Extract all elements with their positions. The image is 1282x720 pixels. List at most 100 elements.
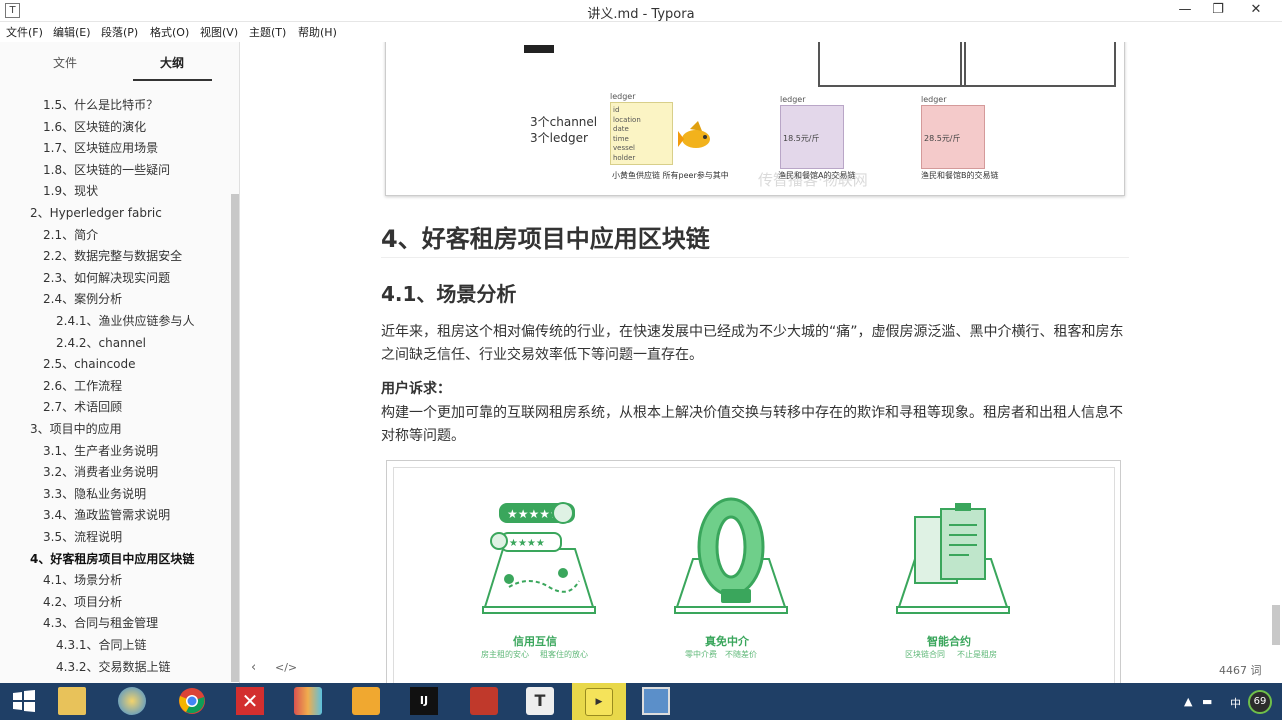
outline-item[interactable]: 1.6、区块链的演化 [43, 118, 146, 135]
player-active-tab[interactable]: ▶ [572, 683, 626, 720]
zero-agency-icon [674, 497, 788, 614]
field-date: date [613, 125, 629, 133]
active-tab-indicator [133, 79, 212, 81]
feature-2-title: 真免中介 [705, 635, 749, 648]
menu-edit[interactable]: 编辑(E) [53, 24, 91, 40]
heading-1: 4、好客租房项目中应用区块链 [381, 225, 710, 253]
caption-restaurant-b: 渔民和餐馆B的交易链 [921, 171, 999, 180]
maximize-button[interactable]: ❐ [1203, 0, 1233, 22]
notes-app-icon[interactable] [294, 687, 322, 715]
tray-badge[interactable]: 69 [1248, 690, 1272, 714]
heading-2: 4.1、场景分析 [381, 282, 517, 306]
ledger-b-box: 28.5元/斤 [921, 105, 985, 169]
outline-item[interactable]: 2.2、数据完整与数据安全 [43, 247, 182, 264]
close-button[interactable]: ✕ [1236, 0, 1276, 22]
menu-bar: 文件(F) 编辑(E) 段落(P) 格式(O) 视图(V) 主题(T) 帮助(H… [0, 22, 1282, 42]
outline-item[interactable]: 4.3.2、交易数据上链 [56, 658, 171, 675]
ledger-label: ledger [610, 92, 636, 101]
smart-contract-icon [896, 503, 1010, 614]
outline-item[interactable]: 2.7、术语回顾 [43, 398, 122, 415]
outline-item[interactable]: 3、项目中的应用 [30, 420, 122, 437]
book-app-icon[interactable] [470, 687, 498, 715]
source-code-mode-icon[interactable]: </> [275, 661, 297, 674]
feature-illustration: ★★★★★ ★★★★ 信用互信 房主租的安心 租客住的放心 真免中介 零中介费 … [386, 460, 1121, 683]
supply-chain-diagram: 3个channel 3个ledger ledger id location da… [385, 42, 1125, 196]
outline-item[interactable]: 2.4.2、channel [56, 334, 146, 351]
menu-help[interactable]: 帮助(H) [298, 24, 337, 40]
outline-item[interactable]: 3.4、渔政监管需求说明 [43, 506, 170, 523]
outline-item[interactable]: 2.1、简介 [43, 226, 98, 243]
network-icon[interactable]: ▬ [1202, 695, 1212, 708]
outline-item[interactable]: 1.9、现状 [43, 182, 98, 199]
price-a: 18.5元/斤 [783, 134, 820, 143]
editor-scrollbar[interactable] [1272, 605, 1280, 645]
window-title: 讲义.md - Typora [587, 7, 695, 22]
taskbar: ✕ IJ T ▶ ▲ ▬ 中 69 [0, 683, 1282, 720]
outline-item[interactable]: 3.5、流程说明 [43, 528, 122, 545]
feature-3-title: 智能合约 [927, 635, 971, 648]
ledger-a-label: ledger [780, 95, 806, 104]
channel-count-text: 3个channel [530, 115, 598, 129]
diagram-frame [818, 42, 1116, 87]
tab-outline[interactable]: 大纲 [160, 54, 184, 71]
typora-taskbar-icon[interactable]: T [526, 687, 554, 715]
player-icon: ▶ [585, 688, 613, 716]
credit-trust-icon: ★★★★★ ★★★★ [482, 502, 596, 614]
editor-content[interactable]: 3个channel 3个ledger ledger id location da… [241, 42, 1282, 683]
outline-item[interactable]: 2.5、chaincode [43, 355, 136, 372]
field-time: time [613, 134, 629, 143]
outline-item[interactable]: 4、好客租房项目中应用区块链 [30, 550, 194, 567]
chrome-icon[interactable] [178, 687, 206, 715]
sidebar: 文件 大纲 1.5、什么是比特币？ 1.6、区块链的演化 1.7、区块链应用场景 1.… [0, 42, 240, 683]
field-holder: holder [613, 153, 636, 162]
outline-item[interactable]: 4.2、项目分析 [43, 593, 122, 610]
word-count[interactable]: 4467 词 [1219, 662, 1262, 678]
intellij-icon[interactable]: IJ [410, 687, 438, 715]
paint-icon[interactable] [118, 687, 146, 715]
field-id: id [613, 106, 620, 114]
file-explorer-icon[interactable] [58, 687, 86, 715]
ime-indicator[interactable]: 中 [1230, 695, 1241, 711]
menu-theme[interactable]: 主题(T) [249, 24, 286, 40]
ledger-a-box: 18.5元/斤 [780, 105, 844, 169]
outline-item[interactable]: 2.4、案例分析 [43, 290, 122, 307]
outline-item[interactable]: 2.6、工作流程 [43, 377, 122, 394]
menu-file[interactable]: 文件(F) [6, 24, 43, 40]
outline-item[interactable]: 4.3、合同与租金管理 [43, 614, 158, 631]
menu-view[interactable]: 视图(V) [200, 24, 238, 40]
paragraph-scenario: 近年来，租房这个相对偏传统的行业，在快速发展中已经成为不少大城的“痛”，虚假房源… [381, 324, 1124, 363]
tray-expand-icon[interactable]: ▲ [1184, 695, 1192, 708]
image-viewer-icon[interactable] [642, 687, 670, 715]
menu-paragraph[interactable]: 段落(P) [101, 24, 138, 40]
outline-item[interactable]: 3.3、隐私业务说明 [43, 485, 146, 502]
outline-item[interactable]: 1.8、区块链的一些疑问 [43, 161, 170, 178]
watermark: 传智播客·物联网 [758, 171, 868, 189]
cropped-heading-mark [524, 45, 554, 53]
ledger-b-label: ledger [921, 95, 947, 104]
minimize-button[interactable]: — [1170, 0, 1200, 22]
paragraph-demand: 构建一个更加可靠的互联网租房系统，从根本上解决价值交换与转移中存在的欺诈和寻租等… [381, 405, 1123, 444]
outline-item[interactable]: 1.5、什么是比特币？ [43, 96, 158, 113]
sidebar-scrollbar[interactable] [231, 194, 239, 682]
menu-format[interactable]: 格式(O) [150, 24, 189, 40]
outline-item[interactable]: 4.3.1、合同上链 [56, 636, 147, 653]
outline-item[interactable]: 2.3、如何解决现实问题 [43, 269, 170, 286]
user-demand-label: 用户诉求： [381, 381, 451, 397]
outline-item[interactable]: 1.7、区块链应用场景 [43, 139, 158, 156]
outline-item[interactable]: 2.4.1、渔业供应链参与人 [56, 312, 195, 329]
price-b: 28.5元/斤 [924, 134, 961, 143]
xmind-icon[interactable]: ✕ [236, 687, 264, 715]
windows-start-icon[interactable] [10, 687, 38, 715]
sublime-icon[interactable] [352, 687, 380, 715]
caption-supply-chain: 小黄鱼供应链 所有peer参与其中 [612, 171, 729, 180]
outline-item[interactable]: 3.1、生产者业务说明 [43, 442, 158, 459]
status-bar: ‹ </> 4467 词 [241, 655, 1282, 683]
outline-item[interactable]: 4.1、场景分析 [43, 571, 122, 588]
outline-item[interactable]: 3.2、消费者业务说明 [43, 463, 158, 480]
tab-files[interactable]: 文件 [53, 54, 77, 71]
feature-1-title: 信用互信 [513, 635, 557, 648]
outline-item[interactable]: 2、Hyperledger fabric [30, 204, 162, 221]
field-vessel: vessel [613, 144, 635, 152]
field-location: location [613, 115, 641, 124]
sidebar-toggle-icon[interactable]: ‹ [251, 660, 256, 675]
